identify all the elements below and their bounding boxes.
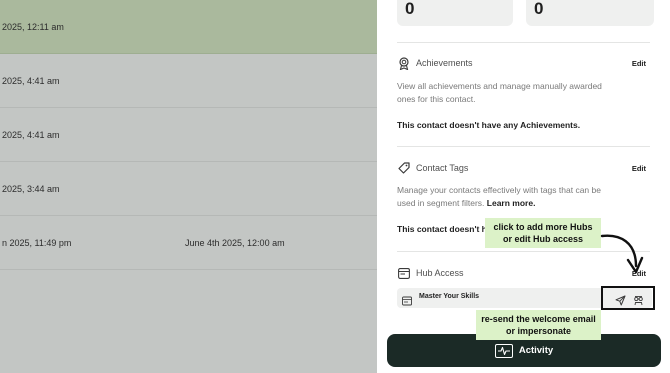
hub-card-icon	[397, 267, 410, 280]
achievements-description: View all achievements and manage manuall…	[397, 81, 602, 104]
hub-name: Master Your Skills	[419, 293, 480, 300]
callout-add-hubs: click to add more Hubs or edit Hub acces…	[485, 218, 601, 248]
contacts-table-overlay: 2025, 12:11 am 2025, 4:41 am 2025, 4:41 …	[0, 0, 377, 373]
table-row[interactable]: n 2025, 11:49 pm June 4th 2025, 12:00 am	[0, 216, 377, 270]
contact-tags-header: Contact Tags	[397, 161, 468, 175]
stat-value: 0	[405, 0, 415, 18]
hub-card-icon	[402, 293, 412, 306]
achievements-empty-state: This contact doesn't have any Achievemen…	[397, 120, 581, 130]
hub-actions-highlight	[601, 286, 655, 310]
table-cell-date: 2025, 3:44 am	[2, 183, 60, 194]
table-cell-date: n 2025, 11:49 pm	[2, 237, 72, 248]
activity-button-label: Activity	[518, 345, 554, 356]
contact-tags-description: Manage your contacts effectively with ta…	[397, 184, 607, 210]
achievements-header: Achievements	[397, 56, 473, 70]
badge-icon	[397, 56, 410, 70]
callout-arrow-icon	[600, 234, 644, 274]
table-row[interactable]: 2025, 12:11 am	[0, 0, 377, 54]
table-cell-date: 2025, 4:41 am	[2, 129, 60, 140]
activity-pulse-icon	[494, 343, 513, 358]
stat-card: 0	[397, 0, 513, 26]
callout-resend: re-send the welcome email or impersonate	[476, 310, 601, 340]
hub-access-header: Hub Access	[397, 266, 464, 280]
edit-tags-button[interactable]: Edit	[632, 164, 646, 173]
contact-tags-empty-state: This contact doesn't h	[397, 224, 487, 234]
section-title: Contact Tags	[416, 163, 469, 173]
learn-more-link[interactable]: Learn more.	[487, 198, 536, 208]
send-icon[interactable]	[615, 293, 626, 306]
table-row[interactable]: 2025, 4:41 am	[0, 54, 377, 108]
impersonate-icon[interactable]	[633, 293, 644, 306]
section-title: Achievements	[416, 58, 473, 68]
table-row[interactable]: 2025, 3:44 am	[0, 162, 377, 216]
table-cell-date-2: June 4th 2025, 12:00 am	[185, 237, 285, 248]
stat-value: 0	[534, 0, 544, 18]
stat-card: 0	[526, 0, 654, 26]
section-divider	[397, 146, 650, 147]
table-cell-date: 2025, 4:41 am	[2, 75, 60, 86]
table-cell-date: 2025, 12:11 am	[2, 21, 64, 32]
section-title: Hub Access	[416, 268, 464, 278]
edit-achievements-button[interactable]: Edit	[632, 59, 646, 68]
section-divider	[397, 42, 650, 43]
tag-icon	[397, 162, 410, 175]
table-row[interactable]: 2025, 4:41 am	[0, 108, 377, 162]
